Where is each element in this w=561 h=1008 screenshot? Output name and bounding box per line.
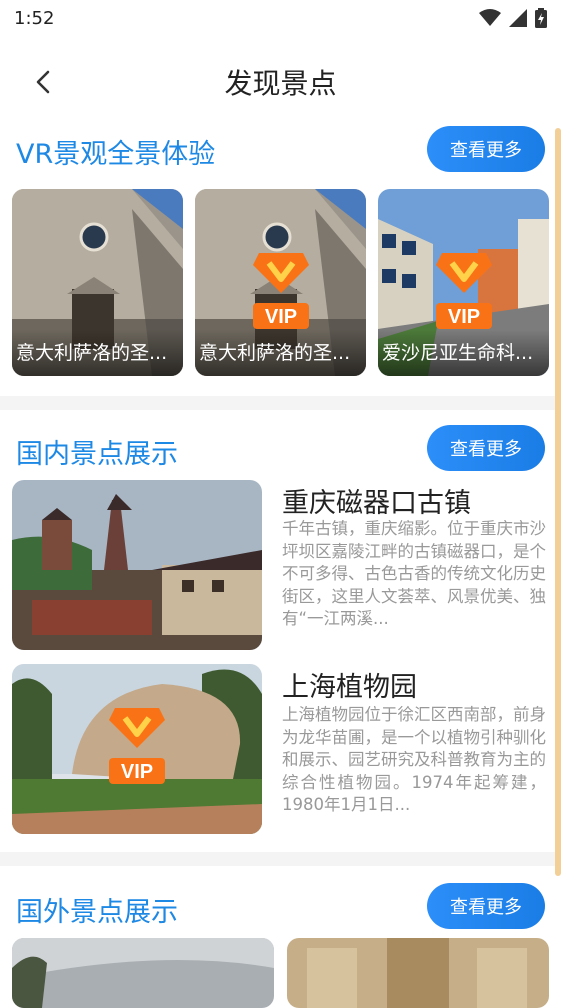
domestic-more-button[interactable]: 查看更多	[427, 425, 545, 471]
vip-badge-icon: VIP	[253, 253, 309, 329]
foreign-section-title: 国外景点展示	[16, 897, 178, 928]
ancient-town-image	[12, 480, 262, 650]
vr-card-caption: 意大利萨洛的圣...	[12, 330, 183, 376]
status-time: 1:52	[14, 8, 55, 29]
vr-card-caption: 意大利萨洛的圣...	[195, 330, 366, 376]
section-divider	[0, 396, 561, 410]
foreign-more-button[interactable]: 查看更多	[427, 883, 545, 929]
domestic-section-title: 国内景点展示	[16, 439, 178, 470]
item-title: 上海植物园	[282, 672, 417, 703]
vr-card-caption: 爱沙尼亚生命科...	[378, 330, 549, 376]
vip-text: VIP	[448, 306, 480, 328]
vip-badge-icon: VIP	[436, 253, 492, 329]
foreign-spot-image[interactable]	[12, 938, 274, 1008]
signal-icon	[509, 9, 527, 27]
battery-charging-icon	[535, 8, 547, 28]
vip-badge-icon: VIP	[109, 708, 165, 784]
vip-text: VIP	[121, 761, 153, 783]
status-icons	[479, 8, 547, 28]
foreign-spot-image[interactable]	[287, 938, 549, 1008]
item-description: 上海植物园位于徐汇区西南部，前身为龙华苗圃，是一个以植物引种驯化和展示、园艺研究…	[282, 705, 546, 814]
section-divider	[0, 852, 561, 866]
app-header: 发现景点	[0, 44, 561, 120]
vr-more-button[interactable]: 查看更多	[427, 126, 545, 172]
vip-text: VIP	[265, 306, 297, 328]
page-title: 发现景点	[224, 67, 337, 100]
vr-card[interactable]: VIP 意大利萨洛的圣...	[195, 189, 366, 376]
vr-section-title: VR景观全景体验	[16, 139, 216, 170]
vr-card[interactable]: VIP 爱沙尼亚生命科...	[378, 189, 549, 376]
item-title: 重庆磁器口古镇	[282, 488, 471, 519]
wifi-icon	[479, 9, 501, 26]
status-bar: 1:52	[0, 0, 561, 40]
item-description: 千年古镇，重庆缩影。位于重庆市沙坪坝区嘉陵江畔的古镇磁器口，是个不可多得、古色古…	[282, 519, 546, 628]
scrollbar[interactable]	[555, 128, 561, 876]
vr-card[interactable]: 意大利萨洛的圣...	[12, 189, 183, 376]
